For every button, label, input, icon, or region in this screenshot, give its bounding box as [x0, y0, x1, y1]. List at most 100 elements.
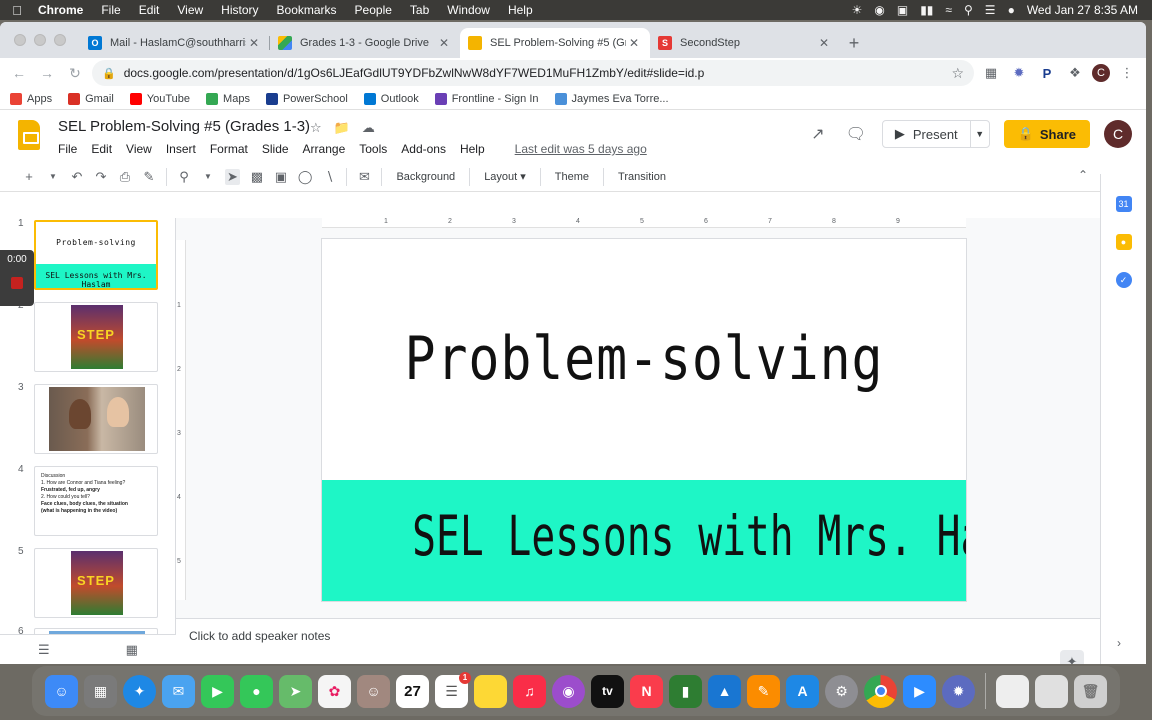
facetime-icon[interactable]: ▶	[201, 674, 234, 708]
reload-icon[interactable]: ↻	[64, 65, 86, 82]
undo-icon[interactable]: ↶	[70, 169, 84, 185]
filmstrip-view-icon[interactable]: ☰	[38, 642, 50, 658]
speaker-notes[interactable]: Click to add speaker notes ✦	[176, 618, 1100, 664]
expand-panel-icon[interactable]: ›	[1117, 636, 1121, 650]
slide-thumbnail-3[interactable]	[34, 384, 158, 454]
messages-icon[interactable]: ●	[240, 674, 273, 708]
chrome-menu-icon[interactable]: ⋮	[1116, 62, 1138, 84]
theme-button[interactable]: Theme	[551, 171, 593, 183]
keynote-icon[interactable]: ▲	[708, 674, 741, 708]
menu-app-name[interactable]: Chrome	[34, 3, 92, 17]
user-avatar[interactable]: C	[1104, 120, 1132, 148]
menu-bookmarks[interactable]: Bookmarks	[268, 3, 346, 17]
shape-icon[interactable]: ◯	[298, 169, 313, 185]
share-button[interactable]: 🔒 Share	[1003, 120, 1090, 148]
app-menu-insert[interactable]: Insert	[166, 142, 196, 156]
bookmark-powerschool[interactable]: PowerSchool	[265, 92, 348, 105]
redo-icon[interactable]: ↷	[94, 169, 108, 185]
slide-thumbnail-5[interactable]	[34, 548, 158, 618]
menu-edit[interactable]: Edit	[130, 3, 169, 17]
zoom-icon[interactable]: ⚲	[177, 169, 191, 185]
lock-icon[interactable]: 🔒	[102, 67, 116, 80]
tab-mail[interactable]: O Mail - HaslamC@southharrison ✕	[80, 28, 270, 58]
bookmark-frontline[interactable]: Frontline - Sign In	[434, 92, 539, 105]
menu-view[interactable]: View	[168, 3, 212, 17]
podcasts-icon[interactable]: ◉	[552, 674, 585, 708]
grid-view-icon[interactable]: ▦	[126, 642, 138, 658]
omnibox[interactable]: 🔒 docs.google.com/presentation/d/1gOs6LJ…	[92, 60, 974, 86]
screencastify-icon[interactable]: ✹	[942, 674, 975, 708]
cloud-saved-icon[interactable]: ☁	[362, 120, 375, 136]
vpn-icon[interactable]: ◉	[874, 3, 884, 17]
tab-drive[interactable]: Grades 1-3 - Google Drive ✕	[270, 28, 460, 58]
back-icon[interactable]: ←	[8, 65, 30, 81]
news-icon[interactable]: N	[630, 674, 663, 708]
menubar-clock[interactable]: Wed Jan 27 8:35 AM	[1027, 3, 1138, 17]
collapse-toolbar-icon[interactable]: ⌃	[1078, 168, 1088, 182]
close-tab-icon[interactable]: ✕	[626, 36, 642, 50]
speaker-notes-placeholder[interactable]: Click to add speaker notes	[189, 629, 330, 643]
zoom-window-button[interactable]	[54, 34, 66, 46]
calendar-icon[interactable]: 27	[396, 674, 429, 708]
move-folder-icon[interactable]: 📁	[334, 120, 350, 136]
present-button[interactable]: ▶ Present	[883, 121, 971, 147]
documents-stack-icon[interactable]	[996, 674, 1029, 708]
new-slide-dropdown-icon[interactable]: ▼	[46, 172, 60, 181]
app-menu-edit[interactable]: Edit	[91, 142, 112, 156]
tab-slides[interactable]: SEL Problem-Solving #5 (Grad ✕	[460, 28, 650, 58]
comments-icon[interactable]: 🗨	[844, 124, 868, 144]
extension-gear-icon[interactable]: ✹	[1008, 62, 1030, 84]
menu-file[interactable]: File	[92, 3, 129, 17]
notes-icon[interactable]	[474, 674, 507, 708]
slide-title[interactable]: Problem-solving	[367, 324, 921, 394]
extensions-puzzle-icon[interactable]: ❖	[1064, 62, 1086, 84]
extension-p-icon[interactable]: P	[1036, 62, 1058, 84]
extension-grid-icon[interactable]: ▦	[980, 62, 1002, 84]
activity-trend-icon[interactable]: ↗	[806, 124, 830, 144]
tab-secondstep[interactable]: S SecondStep ✕	[650, 28, 840, 58]
bookmark-maps[interactable]: Maps	[206, 92, 250, 105]
app-menu-file[interactable]: File	[58, 142, 77, 156]
forward-icon[interactable]: →	[36, 65, 58, 81]
line-icon[interactable]: ∖	[322, 169, 336, 185]
menu-people[interactable]: People	[346, 3, 401, 17]
bookmark-youtube[interactable]: YouTube	[129, 92, 190, 105]
current-slide[interactable]: Problem-solving SEL Lessons with Mrs. Ha…	[322, 239, 966, 601]
system-preferences-icon[interactable]: ⚙	[825, 674, 858, 708]
numbers-icon[interactable]: ▮	[669, 674, 702, 708]
reminders-icon[interactable]: ☰ 1	[435, 671, 471, 708]
launchpad-icon[interactable]: ▦	[84, 674, 117, 708]
slide-thumbnail-4[interactable]: Discussion 1. How are Connor and Tiana f…	[34, 466, 158, 536]
mail-icon[interactable]: ✉	[162, 674, 195, 708]
select-cursor-icon[interactable]: ➤	[225, 168, 240, 185]
paint-format-icon[interactable]: ✎	[142, 169, 156, 185]
text-box-icon[interactable]: ▩	[250, 169, 264, 185]
slide-subtitle[interactable]: SEL Lessons with Mrs. Haslam	[412, 504, 966, 568]
close-tab-icon[interactable]: ✕	[246, 36, 262, 50]
menu-help[interactable]: Help	[499, 3, 542, 17]
new-slide-icon[interactable]: +	[22, 169, 36, 184]
close-tab-icon[interactable]: ✕	[436, 36, 452, 50]
tasks-addon-icon[interactable]: ✓	[1115, 272, 1132, 288]
close-tab-icon[interactable]: ✕	[816, 36, 832, 50]
url-text[interactable]: docs.google.com/presentation/d/1gOs6LJEa…	[124, 66, 944, 80]
menu-history[interactable]: History	[212, 3, 267, 17]
app-menu-arrange[interactable]: Arrange	[303, 142, 346, 156]
photos-icon[interactable]: ✿	[318, 674, 351, 708]
transition-button[interactable]: Transition	[614, 171, 670, 183]
insert-image-icon[interactable]: ▣	[274, 169, 288, 185]
zoom-dropdown-icon[interactable]: ▼	[201, 172, 215, 181]
bookmark-outlook[interactable]: Outlook	[363, 92, 419, 105]
spotlight-icon[interactable]: ⚲	[964, 3, 973, 17]
new-tab-button[interactable]: +	[840, 28, 868, 58]
add-comment-icon[interactable]: ✉	[357, 169, 371, 185]
layout-button[interactable]: Layout ▾	[480, 170, 530, 183]
app-menu-tools[interactable]: Tools	[359, 142, 387, 156]
siri-icon[interactable]: ●	[1008, 3, 1015, 17]
last-edit-link[interactable]: Last edit was 5 days ago	[515, 142, 647, 156]
present-dropdown-icon[interactable]: ▼	[971, 129, 989, 139]
keep-addon-icon[interactable]: ●	[1115, 234, 1132, 250]
minimize-window-button[interactable]	[34, 34, 46, 46]
menu-tab[interactable]: Tab	[401, 3, 438, 17]
app-menu-view[interactable]: View	[126, 142, 152, 156]
